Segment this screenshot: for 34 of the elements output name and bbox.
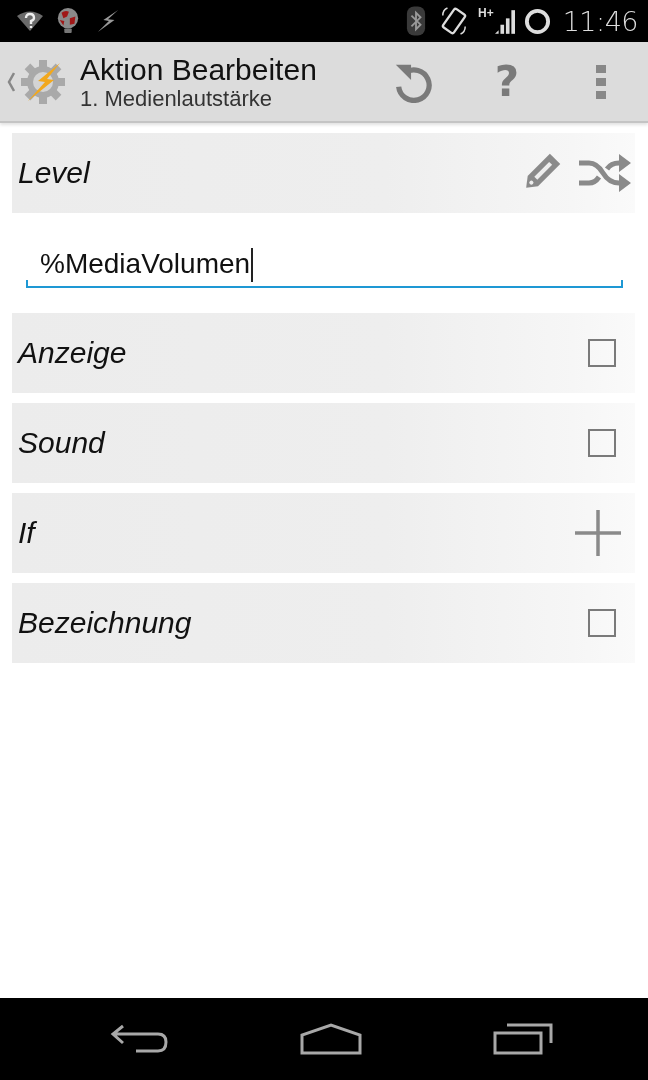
setting-label: Bezeichnung: [17, 606, 192, 640]
checkbox[interactable]: [588, 609, 616, 637]
rotation-icon: [440, 6, 468, 36]
clock-time: 11:46: [562, 5, 638, 37]
globe-icon: [56, 7, 80, 35]
bluetooth-icon: [406, 5, 426, 37]
setting-label: Sound: [17, 426, 105, 460]
lightning-icon: [96, 9, 120, 33]
setting-label: Anzeige: [15, 336, 127, 370]
plus-icon: [575, 510, 621, 556]
menu-icon: [596, 64, 606, 99]
add-button[interactable]: [575, 508, 621, 558]
setting-row[interactable]: Level: [12, 133, 635, 213]
wifi-question-icon: [16, 10, 44, 32]
stacked-windows-icon: [493, 1023, 553, 1055]
setting-row[interactable]: If: [12, 493, 635, 573]
shuffle-icon: [579, 154, 631, 192]
network-type-label: H+: [478, 7, 494, 19]
screen-subtitle: 1. Medienlautstärke: [80, 85, 273, 111]
back-arrow-icon: [110, 1024, 168, 1054]
screen-title: Aktion Bearbeiten: [80, 52, 318, 86]
setting-row[interactable]: Anzeige: [12, 313, 635, 393]
level-input-field[interactable]: %MediaVolumen: [26, 230, 623, 288]
checkbox[interactable]: [588, 339, 616, 367]
setting-label: If: [17, 516, 35, 550]
battery-ring-icon: [523, 7, 551, 35]
gear-lightning-icon: [20, 58, 66, 105]
setting-row[interactable]: Bezeichnung: [12, 583, 635, 663]
chevron-left-icon: [7, 71, 15, 92]
setting-row[interactable]: Sound: [12, 403, 635, 483]
house-outline-icon: [300, 1023, 362, 1055]
text-cursor: [251, 248, 254, 282]
checkbox[interactable]: [588, 429, 616, 457]
setting-label: Level: [17, 156, 90, 190]
